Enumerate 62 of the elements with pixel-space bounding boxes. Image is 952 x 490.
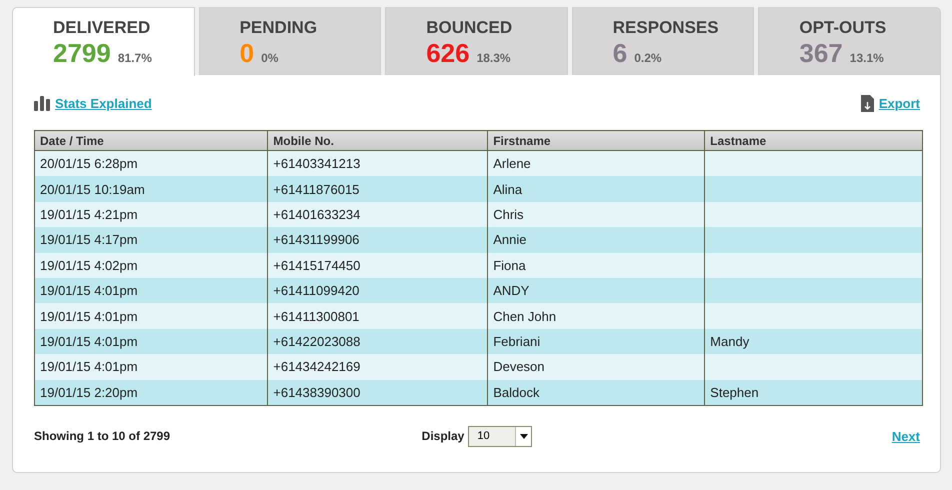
table-cell: +61438390300 xyxy=(268,380,488,406)
table-cell: Alina xyxy=(488,176,705,202)
table-cell: +61415174450 xyxy=(268,252,488,278)
table-cell: 19/01/15 4:01pm xyxy=(34,278,268,304)
stat-tab[interactable]: BOUNCED 626 18.3% xyxy=(385,7,568,75)
table-cell: 19/01/15 2:20pm xyxy=(34,380,268,406)
table-cell: +61403341213 xyxy=(268,150,488,176)
display-select[interactable]: 10 xyxy=(468,426,532,447)
table-cell: Chris xyxy=(488,202,705,228)
table-cell: 20/01/15 6:28pm xyxy=(34,150,268,176)
column-header[interactable]: Firstname xyxy=(488,130,705,150)
display-label: Display xyxy=(422,429,464,444)
table-cell: 20/01/15 10:19am xyxy=(34,176,268,202)
stat-count: 367 xyxy=(799,38,843,69)
table-cell: Arlene xyxy=(488,150,705,176)
column-header[interactable]: Lastname xyxy=(704,130,922,150)
table-cell: 19/01/15 4:01pm xyxy=(34,354,268,380)
stat-percent: 13.1% xyxy=(850,51,884,65)
table-cell: +61401633234 xyxy=(268,202,488,228)
stat-count: 2799 xyxy=(53,38,111,69)
stat-count: 0 xyxy=(240,38,254,69)
stat-percent: 0.2% xyxy=(634,51,662,65)
stat-tab[interactable]: RESPONSES 6 0.2% xyxy=(572,7,754,75)
stat-percent: 81.7% xyxy=(118,51,152,65)
tab-label: RESPONSES xyxy=(612,18,720,38)
stat-percent: 0% xyxy=(261,51,278,65)
table-cell: Annie xyxy=(488,227,705,253)
tab-label: BOUNCED xyxy=(426,18,514,38)
table-cell: +61422023088 xyxy=(268,328,488,354)
table-cell: 19/01/15 4:01pm xyxy=(34,328,268,354)
table-cell: Stephen xyxy=(704,380,922,406)
table-cell: Mandy xyxy=(704,328,922,354)
showing-count: Showing 1 to 10 of 2799 xyxy=(34,429,170,444)
column-header[interactable]: Mobile No. xyxy=(268,130,488,150)
table-cell: +61411300801 xyxy=(268,303,488,329)
table-cell: Deveson xyxy=(488,354,705,380)
stat-tab[interactable]: PENDING 0 0% xyxy=(198,7,382,75)
table-cell: 19/01/15 4:21pm xyxy=(34,202,268,228)
table-cell: Fiona xyxy=(488,252,705,278)
caret-icon xyxy=(520,434,528,439)
table-cell: Baldock xyxy=(488,380,705,406)
table-cell: ANDY xyxy=(488,278,705,304)
table-cell: +61411099420 xyxy=(268,278,488,304)
stat-count: 6 xyxy=(612,38,628,69)
table-cell: 19/01/15 4:17pm xyxy=(34,227,268,253)
table-cell: +61431199906 xyxy=(268,227,488,253)
table-cell: Chen John xyxy=(488,303,705,329)
tab-label: DELIVERED xyxy=(53,18,152,38)
file-download-icon xyxy=(860,94,874,112)
stat-tab[interactable]: DELIVERED 2799 81.7% xyxy=(12,7,195,76)
stat-tab[interactable]: OPT-OUTS 367 13.1% xyxy=(758,7,941,75)
tab-label: OPT-OUTS xyxy=(799,18,888,38)
tab-label: PENDING xyxy=(240,18,318,38)
table-cell: +61411876015 xyxy=(268,176,488,202)
table-cell: +61434242169 xyxy=(268,354,488,380)
bar-chart-icon xyxy=(34,95,50,111)
table-cell: 19/01/15 4:02pm xyxy=(34,252,268,278)
stat-count: 626 xyxy=(426,38,470,69)
stat-percent: 18.3% xyxy=(476,51,511,65)
column-header[interactable]: Date / Time xyxy=(34,130,268,150)
table-cell: Febriani xyxy=(488,328,705,354)
table-cell: 19/01/15 4:01pm xyxy=(34,303,268,329)
